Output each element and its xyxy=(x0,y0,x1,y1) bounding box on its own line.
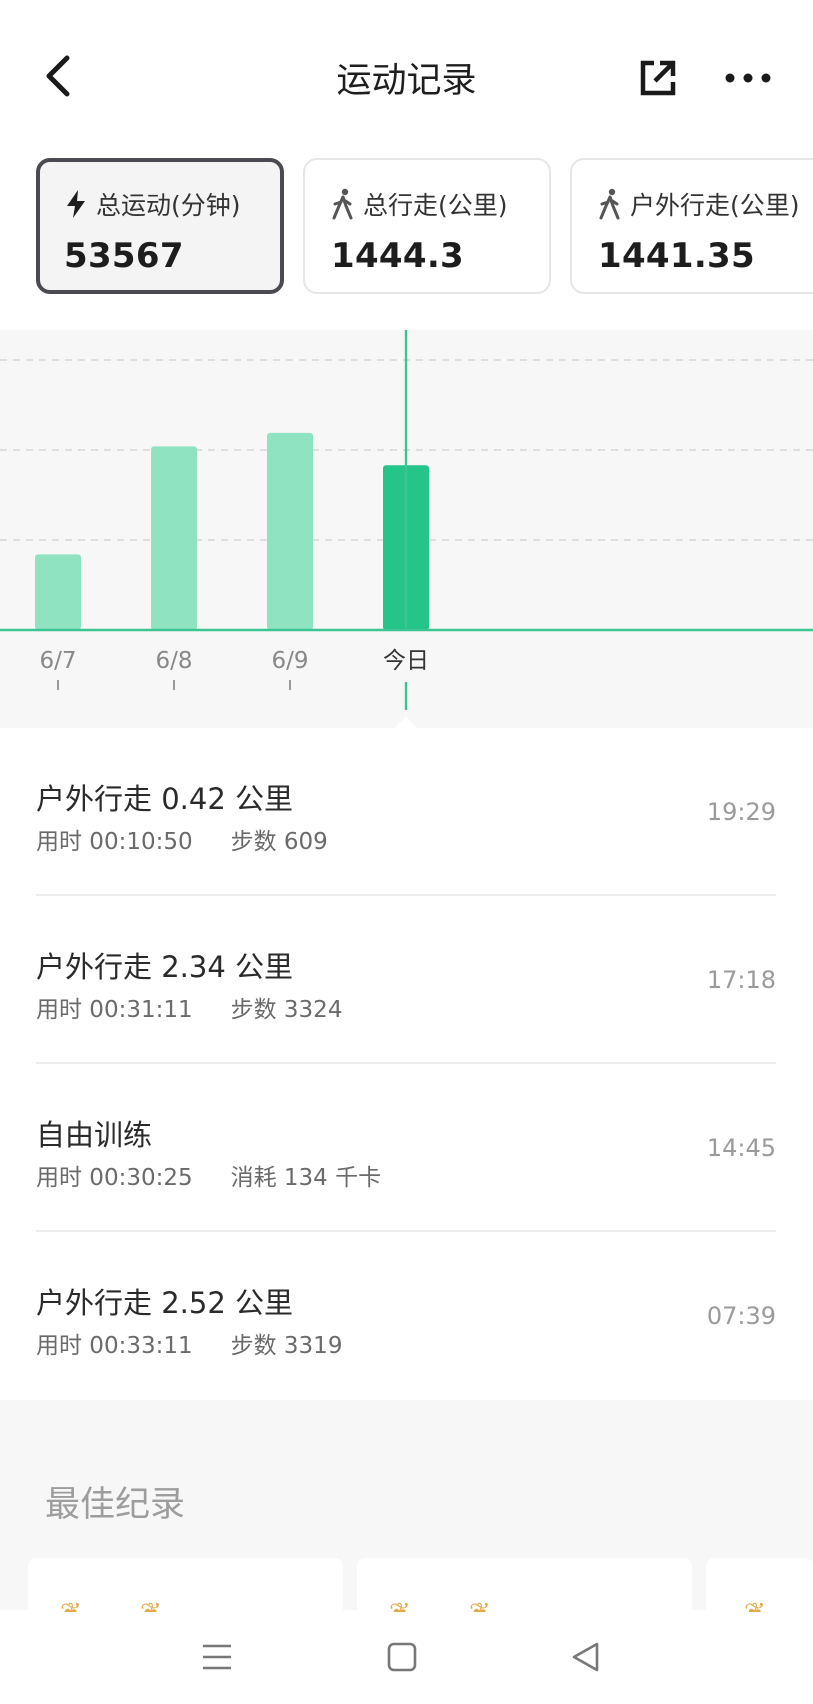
chart-bar xyxy=(35,554,81,630)
chart-bar xyxy=(151,446,197,630)
page-title: 运动记录 xyxy=(336,61,477,101)
best-record-card[interactable]: ❦ xyxy=(706,1558,813,1618)
home-button[interactable] xyxy=(372,1632,432,1682)
top-bar: 运动记录 xyxy=(0,0,813,150)
record-title: 户外行走 2.34 公里 xyxy=(36,950,294,984)
best-record-card[interactable]: ❦ ❦ xyxy=(28,1558,343,1618)
sport-records-page: 运动记录 总运动(分钟) 53567 总行走(公里) 1444.3 户外行走(公… xyxy=(0,0,813,1704)
record-time: 07:39 xyxy=(706,1302,776,1330)
record-title: 户外行走 0.42 公里 xyxy=(36,782,294,816)
stat-card-value: 1444.3 xyxy=(331,236,465,276)
stat-card-label: 总运动(分钟) xyxy=(96,191,241,220)
record-meta: 用时 00:10:50 步数 609 xyxy=(36,822,328,856)
walk-icon xyxy=(332,188,353,220)
record-meta: 用时 00:31:11 步数 3324 xyxy=(36,990,342,1024)
chevron-left-icon xyxy=(46,55,70,97)
share-button[interactable] xyxy=(630,52,686,104)
record-list: 户外行走 0.42 公里 用时 00:10:50 步数 609 19:29 户外行… xyxy=(0,728,813,1400)
chart-x-tick-label: 6/7 xyxy=(39,648,76,674)
record-time: 17:18 xyxy=(706,966,776,994)
stat-card-total-minutes[interactable]: 总运动(分钟) 53567 xyxy=(36,158,284,294)
back-triangle-icon xyxy=(572,1642,599,1672)
stat-card-label: 总行走(公里) xyxy=(363,191,508,220)
daily-chart[interactable]: 6/7 6/8 6/9 今日 xyxy=(0,330,813,728)
share-external-icon xyxy=(640,60,676,96)
chart-bar xyxy=(267,432,313,630)
record-meta: 用时 00:33:11 步数 3319 xyxy=(36,1326,342,1360)
record-title: 户外行走 2.52 公里 xyxy=(36,1286,294,1320)
record-extra: 步数 3324 xyxy=(230,997,343,1023)
chart-selection-pointer xyxy=(395,716,417,728)
record-extra: 步数 3319 xyxy=(230,1333,343,1359)
more-button[interactable] xyxy=(720,52,776,104)
stat-card-label: 户外行走(公里) xyxy=(630,191,800,220)
record-meta: 用时 00:30:25 消耗 134 千卡 xyxy=(36,1158,381,1192)
record-extra: 消耗 134 千卡 xyxy=(230,1165,382,1191)
chart-svg: 6/7 6/8 6/9 今日 xyxy=(0,330,813,728)
more-dots-icon xyxy=(725,73,771,83)
list-item[interactable]: 户外行走 2.52 公里 用时 00:33:11 步数 3319 07:39 xyxy=(0,1232,813,1400)
record-extra: 步数 609 xyxy=(230,829,328,855)
best-record-card[interactable]: ❦ ❦ xyxy=(357,1558,692,1618)
record-title: 自由训练 xyxy=(36,1118,153,1152)
list-item[interactable]: 户外行走 2.34 公里 用时 00:31:11 步数 3324 17:18 xyxy=(0,896,813,1064)
chart-x-tick-label: 今日 xyxy=(383,648,429,674)
system-nav-bar xyxy=(0,1612,813,1704)
back-button[interactable] xyxy=(30,48,86,104)
lightning-icon xyxy=(67,190,85,218)
chart-x-tick-label: 6/9 xyxy=(271,648,308,674)
back-nav-button[interactable] xyxy=(556,1632,616,1682)
walk-icon xyxy=(599,188,620,220)
record-time: 14:45 xyxy=(706,1134,776,1162)
list-item[interactable]: 户外行走 0.42 公里 用时 00:10:50 步数 609 19:29 xyxy=(0,728,813,896)
stat-card-outdoor-walk[interactable]: 户外行走(公里) 1441.35 xyxy=(570,158,813,294)
best-records-section: 最佳纪录 ❦ ❦ ❦ ❦ ❦ xyxy=(0,1400,813,1618)
best-records-title: 最佳纪录 xyxy=(45,1485,186,1525)
record-duration: 用时 00:10:50 xyxy=(36,829,193,855)
stat-card-label-row: 户外行走(公里) xyxy=(598,186,813,222)
home-icon xyxy=(387,1642,417,1672)
stat-card-value: 1441.35 xyxy=(598,236,755,276)
record-duration: 用时 00:33:11 xyxy=(36,1333,193,1359)
stat-card-label-row: 总运动(分钟) xyxy=(64,186,280,222)
list-item[interactable]: 自由训练 用时 00:30:25 消耗 134 千卡 14:45 xyxy=(0,1064,813,1232)
stat-card-label-row: 总行走(公里) xyxy=(331,186,549,222)
record-duration: 用时 00:30:25 xyxy=(36,1165,193,1191)
record-time: 19:29 xyxy=(706,798,776,826)
menu-button[interactable] xyxy=(187,1632,247,1682)
stat-card-total-walk[interactable]: 总行走(公里) 1444.3 xyxy=(303,158,551,294)
stat-card-value: 53567 xyxy=(64,236,184,276)
stat-cards: 总运动(分钟) 53567 总行走(公里) 1444.3 户外行走(公里) 14… xyxy=(36,158,813,294)
chart-x-tick-label: 6/8 xyxy=(155,648,192,674)
record-duration: 用时 00:31:11 xyxy=(36,997,193,1023)
menu-icon xyxy=(203,1644,231,1670)
